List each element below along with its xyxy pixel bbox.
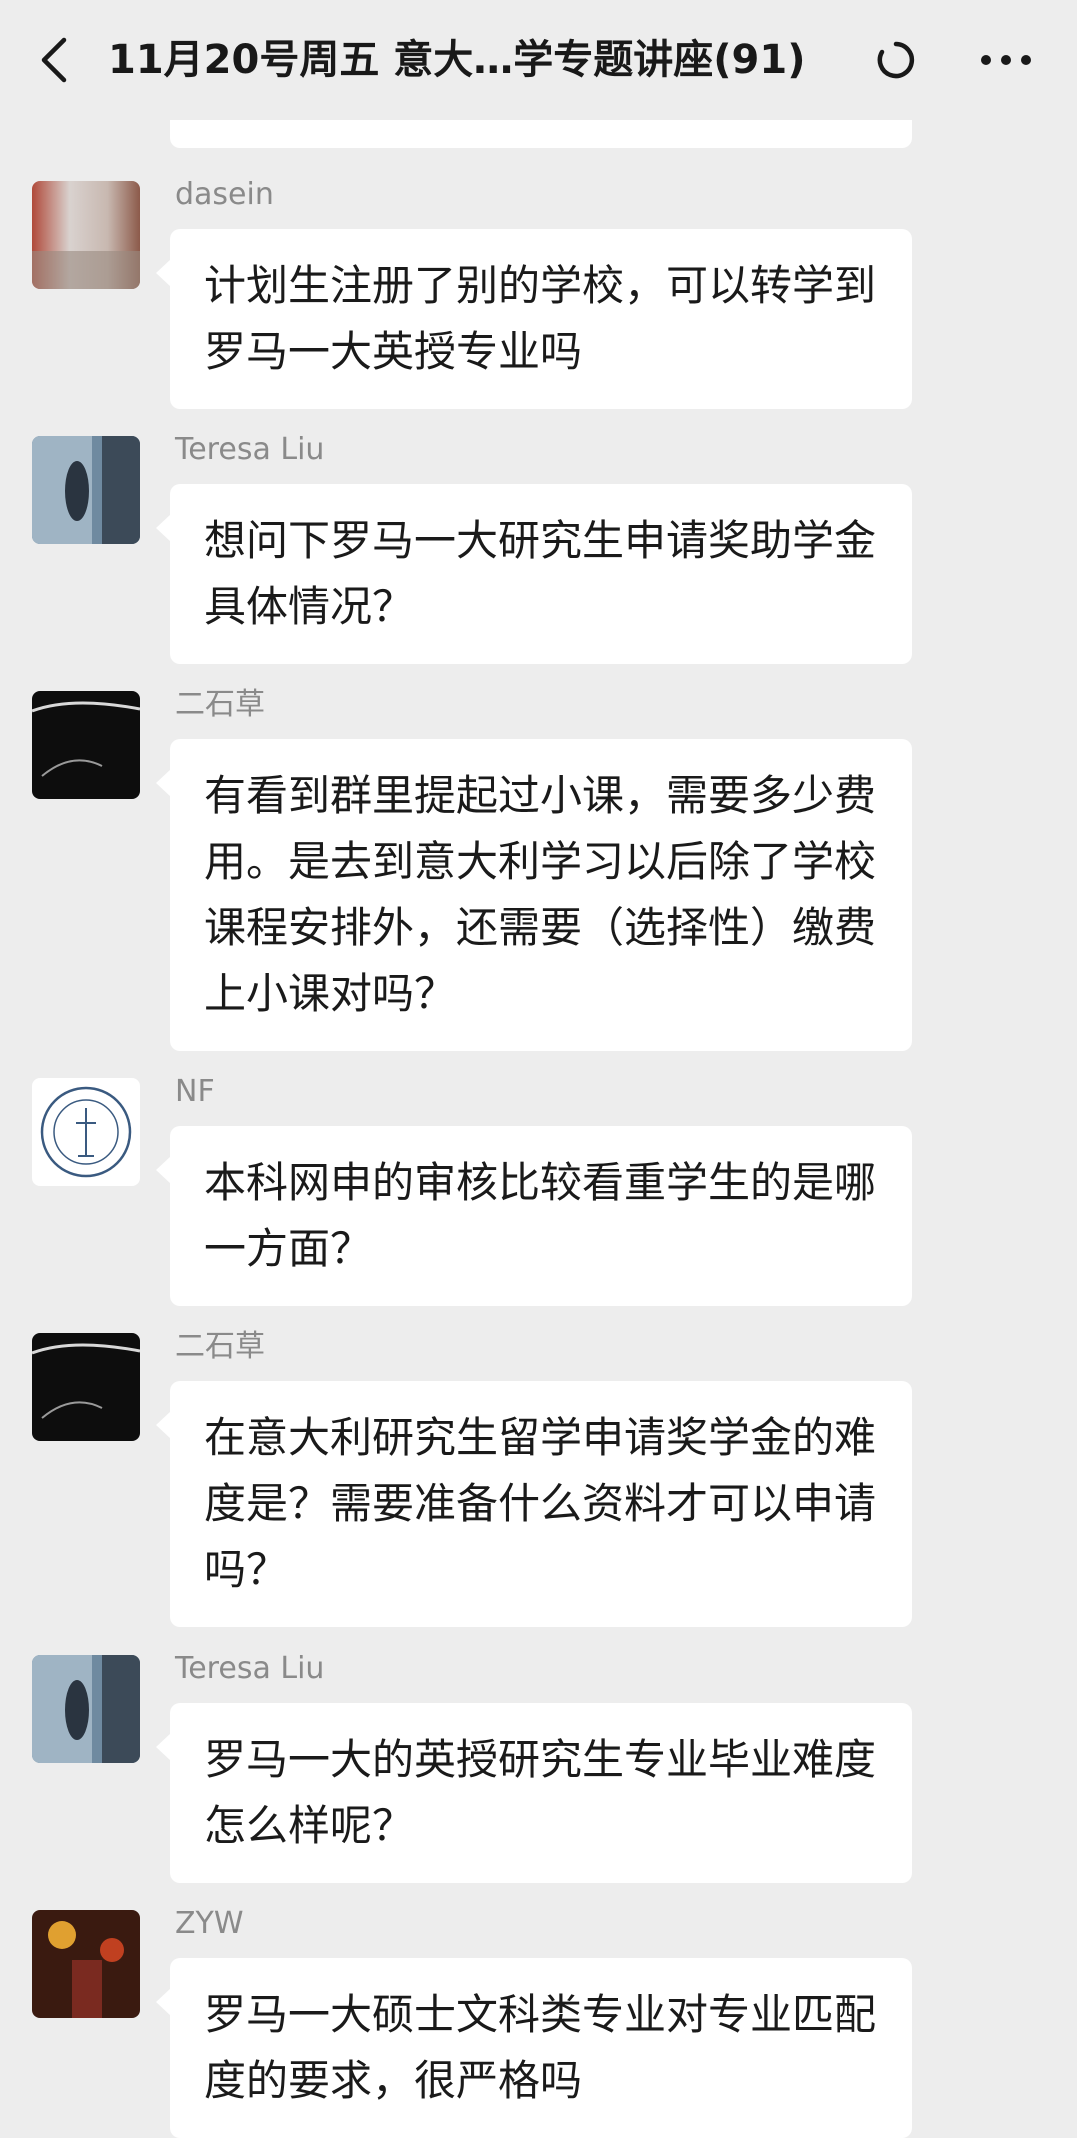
avatar[interactable] xyxy=(32,1078,140,1186)
avatar-image xyxy=(32,1655,140,1763)
message-bubble[interactable]: 想问下罗马一大研究生申请奖助学金具体情况？ xyxy=(156,484,912,664)
sender-name: Teresa Liu xyxy=(175,1651,325,1686)
more-button[interactable] xyxy=(978,40,1034,80)
avatar[interactable] xyxy=(32,1655,140,1763)
sender-name: dasein xyxy=(175,177,274,212)
message-bubble[interactable]: 有看到群里提起过小课，需要多少费用。是去到意大利学习以后除了学校课程安排外，还需… xyxy=(156,739,912,1051)
sender-name: 二石草 xyxy=(175,1329,265,1364)
sender-name: 二石草 xyxy=(175,687,265,722)
sender-name: Teresa Liu xyxy=(175,432,325,467)
more-horizontal-icon xyxy=(981,55,1031,65)
loading-icon xyxy=(877,41,915,79)
avatar-image xyxy=(32,436,140,544)
university-seal-icon xyxy=(32,1078,140,1186)
avatar-image xyxy=(32,181,140,289)
back-button[interactable] xyxy=(36,36,76,84)
avatar[interactable] xyxy=(32,691,140,799)
avatar[interactable] xyxy=(32,1910,140,2018)
avatar-image xyxy=(32,691,140,799)
message-bubble[interactable]: 计划生注册了别的学校，可以转学到罗马一大英授专业吗 xyxy=(156,229,912,409)
message-bubble[interactable]: 罗马一大硕士文科类专业对专业匹配度的要求，很严格吗 xyxy=(156,1958,912,2138)
loading-indicator xyxy=(876,40,916,80)
sender-name: NF xyxy=(175,1074,215,1109)
message-bubble[interactable]: 在意大利研究生留学申请奖学金的难度是？需要准备什么资料才可以申请吗？ xyxy=(156,1381,912,1627)
chat-title: 11月20号周五 意大…学专题讲座(91) xyxy=(108,37,806,83)
avatar[interactable] xyxy=(32,181,140,289)
message-bubble[interactable]: 罗马一大的英授研究生专业毕业难度怎么样呢？ xyxy=(156,1703,912,1883)
chat-header: 11月20号周五 意大…学专题讲座(91) xyxy=(0,0,1077,120)
avatar[interactable] xyxy=(32,436,140,544)
avatar-image xyxy=(32,1333,140,1441)
chevron-left-icon xyxy=(41,37,67,83)
message-bubble[interactable]: 本科网申的审核比较看重学生的是哪一方面？ xyxy=(156,1126,912,1306)
sender-name: ZYW xyxy=(175,1906,244,1941)
avatar-image xyxy=(32,1910,140,2018)
avatar[interactable] xyxy=(32,1333,140,1441)
